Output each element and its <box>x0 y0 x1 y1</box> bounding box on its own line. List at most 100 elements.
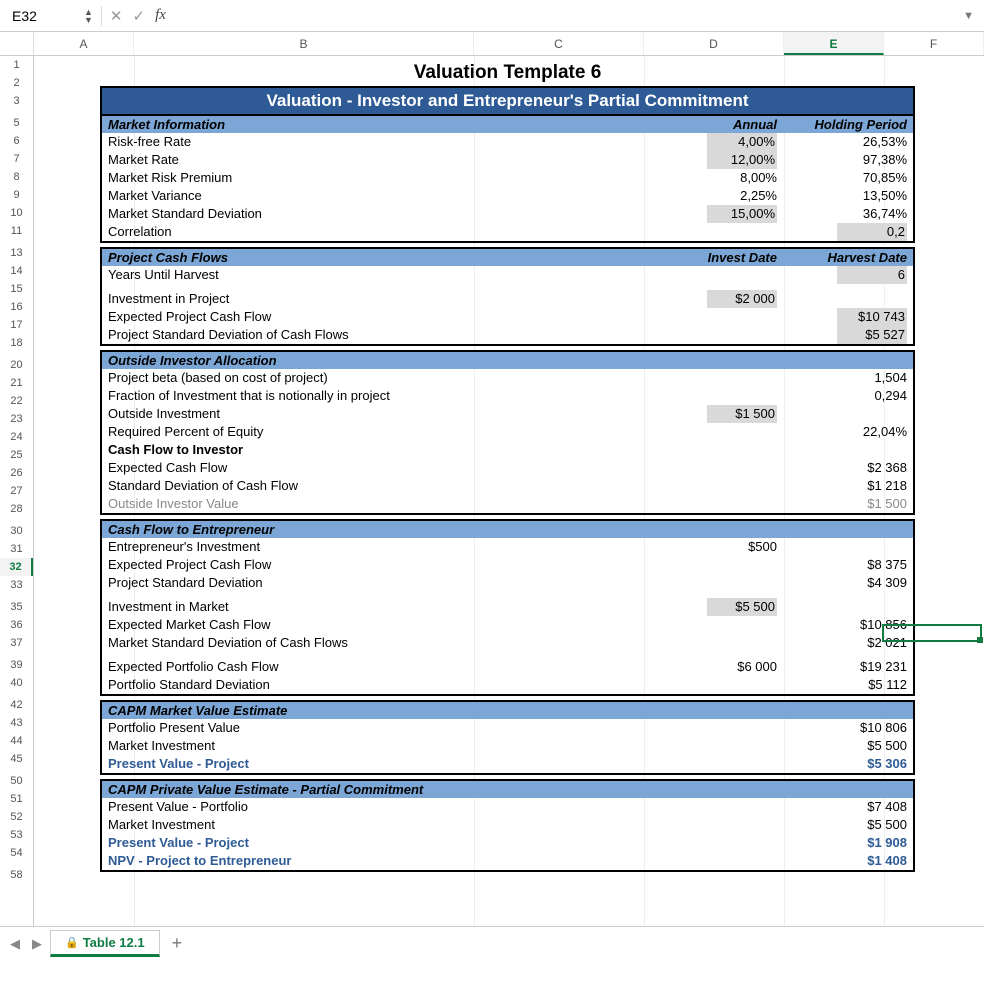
row-header[interactable]: 52 <box>0 808 33 826</box>
data-row[interactable]: Entrepreneur's Investment$500 <box>102 538 913 556</box>
data-row[interactable]: Market Investment$5 500 <box>102 816 913 834</box>
row-header[interactable]: 27 <box>0 482 33 500</box>
column-header[interactable]: F <box>884 32 984 55</box>
row-header[interactable]: 22 <box>0 392 33 410</box>
row-header[interactable]: 50 <box>0 772 33 790</box>
data-row[interactable]: Project beta (based on cost of project)1… <box>102 369 913 387</box>
select-all-corner[interactable] <box>0 32 34 55</box>
data-row[interactable]: Portfolio Standard Deviation$5 112 <box>102 676 913 694</box>
column-header[interactable]: E <box>784 32 884 55</box>
grid-area[interactable]: Valuation Template 6 Valuation - Investo… <box>34 56 984 926</box>
data-row[interactable]: Present Value - Project$5 306 <box>102 755 913 773</box>
row-header[interactable]: 9 <box>0 186 33 204</box>
row-header[interactable]: 36 <box>0 616 33 634</box>
row-label: Project Standard Deviation of Cash Flows <box>108 326 647 344</box>
data-row[interactable]: Market Investment$5 500 <box>102 737 913 755</box>
data-row[interactable]: Investment in Project$2 000 <box>102 290 913 308</box>
data-row[interactable]: Fraction of Investment that is notionall… <box>102 387 913 405</box>
sheet-tab[interactable]: 🔒 Table 12.1 <box>50 930 160 957</box>
data-row[interactable]: Outside Investor Value$1 500 <box>102 495 913 513</box>
row-header[interactable]: 45 <box>0 750 33 768</box>
row-header[interactable]: 43 <box>0 714 33 732</box>
row-header[interactable]: 17 <box>0 316 33 334</box>
row-header[interactable]: 42 <box>0 696 33 714</box>
row-header[interactable]: 20 <box>0 356 33 374</box>
data-row[interactable]: Market Rate12,00%97,38% <box>102 151 913 169</box>
column-header[interactable]: B <box>134 32 474 55</box>
data-row[interactable]: Expected Project Cash Flow$8 375 <box>102 556 913 574</box>
data-row[interactable]: Market Risk Premium8,00%70,85% <box>102 169 913 187</box>
row-header[interactable]: 21 <box>0 374 33 392</box>
data-row[interactable]: Project Standard Deviation$4 309 <box>102 574 913 592</box>
data-row[interactable]: Expected Market Cash Flow$10 856 <box>102 616 913 634</box>
row-header[interactable]: 10 <box>0 204 33 222</box>
row-header[interactable]: 24 <box>0 428 33 446</box>
fx-icon[interactable]: fx <box>155 7 166 24</box>
row-header[interactable]: 35 <box>0 598 33 616</box>
column-header[interactable]: A <box>34 32 134 55</box>
row-header[interactable]: 39 <box>0 656 33 674</box>
data-row[interactable]: Correlation0,2 <box>102 223 913 241</box>
data-row[interactable]: Cash Flow to Investor <box>102 441 913 459</box>
row-header[interactable]: 54 <box>0 844 33 862</box>
row-header[interactable]: 18 <box>0 334 33 352</box>
row-header[interactable]: 23 <box>0 410 33 428</box>
data-row[interactable]: Standard Deviation of Cash Flow$1 218 <box>102 477 913 495</box>
row-header[interactable]: 8 <box>0 168 33 186</box>
row-header[interactable]: 28 <box>0 500 33 518</box>
row-header[interactable]: 37 <box>0 634 33 652</box>
data-row[interactable]: Portfolio Present Value$10 806 <box>102 719 913 737</box>
row-header[interactable]: 16 <box>0 298 33 316</box>
row-header[interactable]: 25 <box>0 446 33 464</box>
data-row[interactable]: Outside Investment$1 500 <box>102 405 913 423</box>
data-row[interactable]: Required Percent of Equity22,04% <box>102 423 913 441</box>
row-header[interactable]: 6 <box>0 132 33 150</box>
row-header[interactable]: 13 <box>0 244 33 262</box>
row-header[interactable]: 33 <box>0 576 33 594</box>
data-row[interactable]: Market Standard Deviation of Cash Flows$… <box>102 634 913 652</box>
row-header[interactable]: 11 <box>0 222 33 240</box>
data-row[interactable]: Risk-free Rate4,00%26,53% <box>102 133 913 151</box>
row-header[interactable]: 1 <box>0 56 33 74</box>
fill-handle[interactable] <box>977 637 983 643</box>
data-row[interactable]: Project Standard Deviation of Cash Flows… <box>102 326 913 344</box>
add-sheet-icon[interactable]: + <box>164 933 191 954</box>
data-row[interactable]: Investment in Market$5 500 <box>102 598 913 616</box>
row-header[interactable]: 14 <box>0 262 33 280</box>
data-row[interactable]: Market Standard Deviation15,00%36,74% <box>102 205 913 223</box>
data-row[interactable]: Expected Portfolio Cash Flow$6 000$19 23… <box>102 658 913 676</box>
data-row[interactable]: Present Value - Project$1 908 <box>102 834 913 852</box>
row-header[interactable]: 32 <box>0 558 33 576</box>
stepper-down-icon[interactable]: ▼ <box>84 16 93 24</box>
data-row[interactable]: NPV - Project to Entrepreneur$1 408 <box>102 852 913 870</box>
cell-reference[interactable]: E32 <box>6 8 76 24</box>
row-header[interactable]: 2 <box>0 74 33 92</box>
row-header[interactable]: 40 <box>0 674 33 692</box>
row-header[interactable]: 44 <box>0 732 33 750</box>
data-row[interactable]: Years Until Harvest6 <box>102 266 913 284</box>
accept-icon[interactable]: ✓ <box>133 7 146 25</box>
row-header[interactable]: 58 <box>0 866 33 884</box>
row-header[interactable]: 5 <box>0 114 33 132</box>
lock-icon: 🔒 <box>65 936 79 949</box>
active-cell-selection[interactable] <box>882 624 982 642</box>
row-header[interactable]: 3 <box>0 92 33 110</box>
data-row[interactable]: Present Value - Portfolio$7 408 <box>102 798 913 816</box>
data-row[interactable]: Market Variance2,25%13,50% <box>102 187 913 205</box>
cancel-icon[interactable]: ✕ <box>110 7 123 25</box>
column-header[interactable]: D <box>644 32 784 55</box>
tab-next-icon[interactable]: ▶ <box>28 936 46 952</box>
cell-stepper[interactable]: ▲ ▼ <box>84 8 93 24</box>
data-row[interactable]: Expected Project Cash Flow$10 743 <box>102 308 913 326</box>
row-header[interactable]: 26 <box>0 464 33 482</box>
row-header[interactable]: 51 <box>0 790 33 808</box>
row-header[interactable]: 7 <box>0 150 33 168</box>
row-header[interactable]: 15 <box>0 280 33 298</box>
column-header[interactable]: C <box>474 32 644 55</box>
tab-prev-icon[interactable]: ◀ <box>6 936 24 952</box>
row-header[interactable]: 31 <box>0 540 33 558</box>
row-header[interactable]: 30 <box>0 522 33 540</box>
row-header[interactable]: 53 <box>0 826 33 844</box>
data-row[interactable]: Expected Cash Flow$2 368 <box>102 459 913 477</box>
collapse-icon[interactable]: ▼ <box>963 10 978 22</box>
